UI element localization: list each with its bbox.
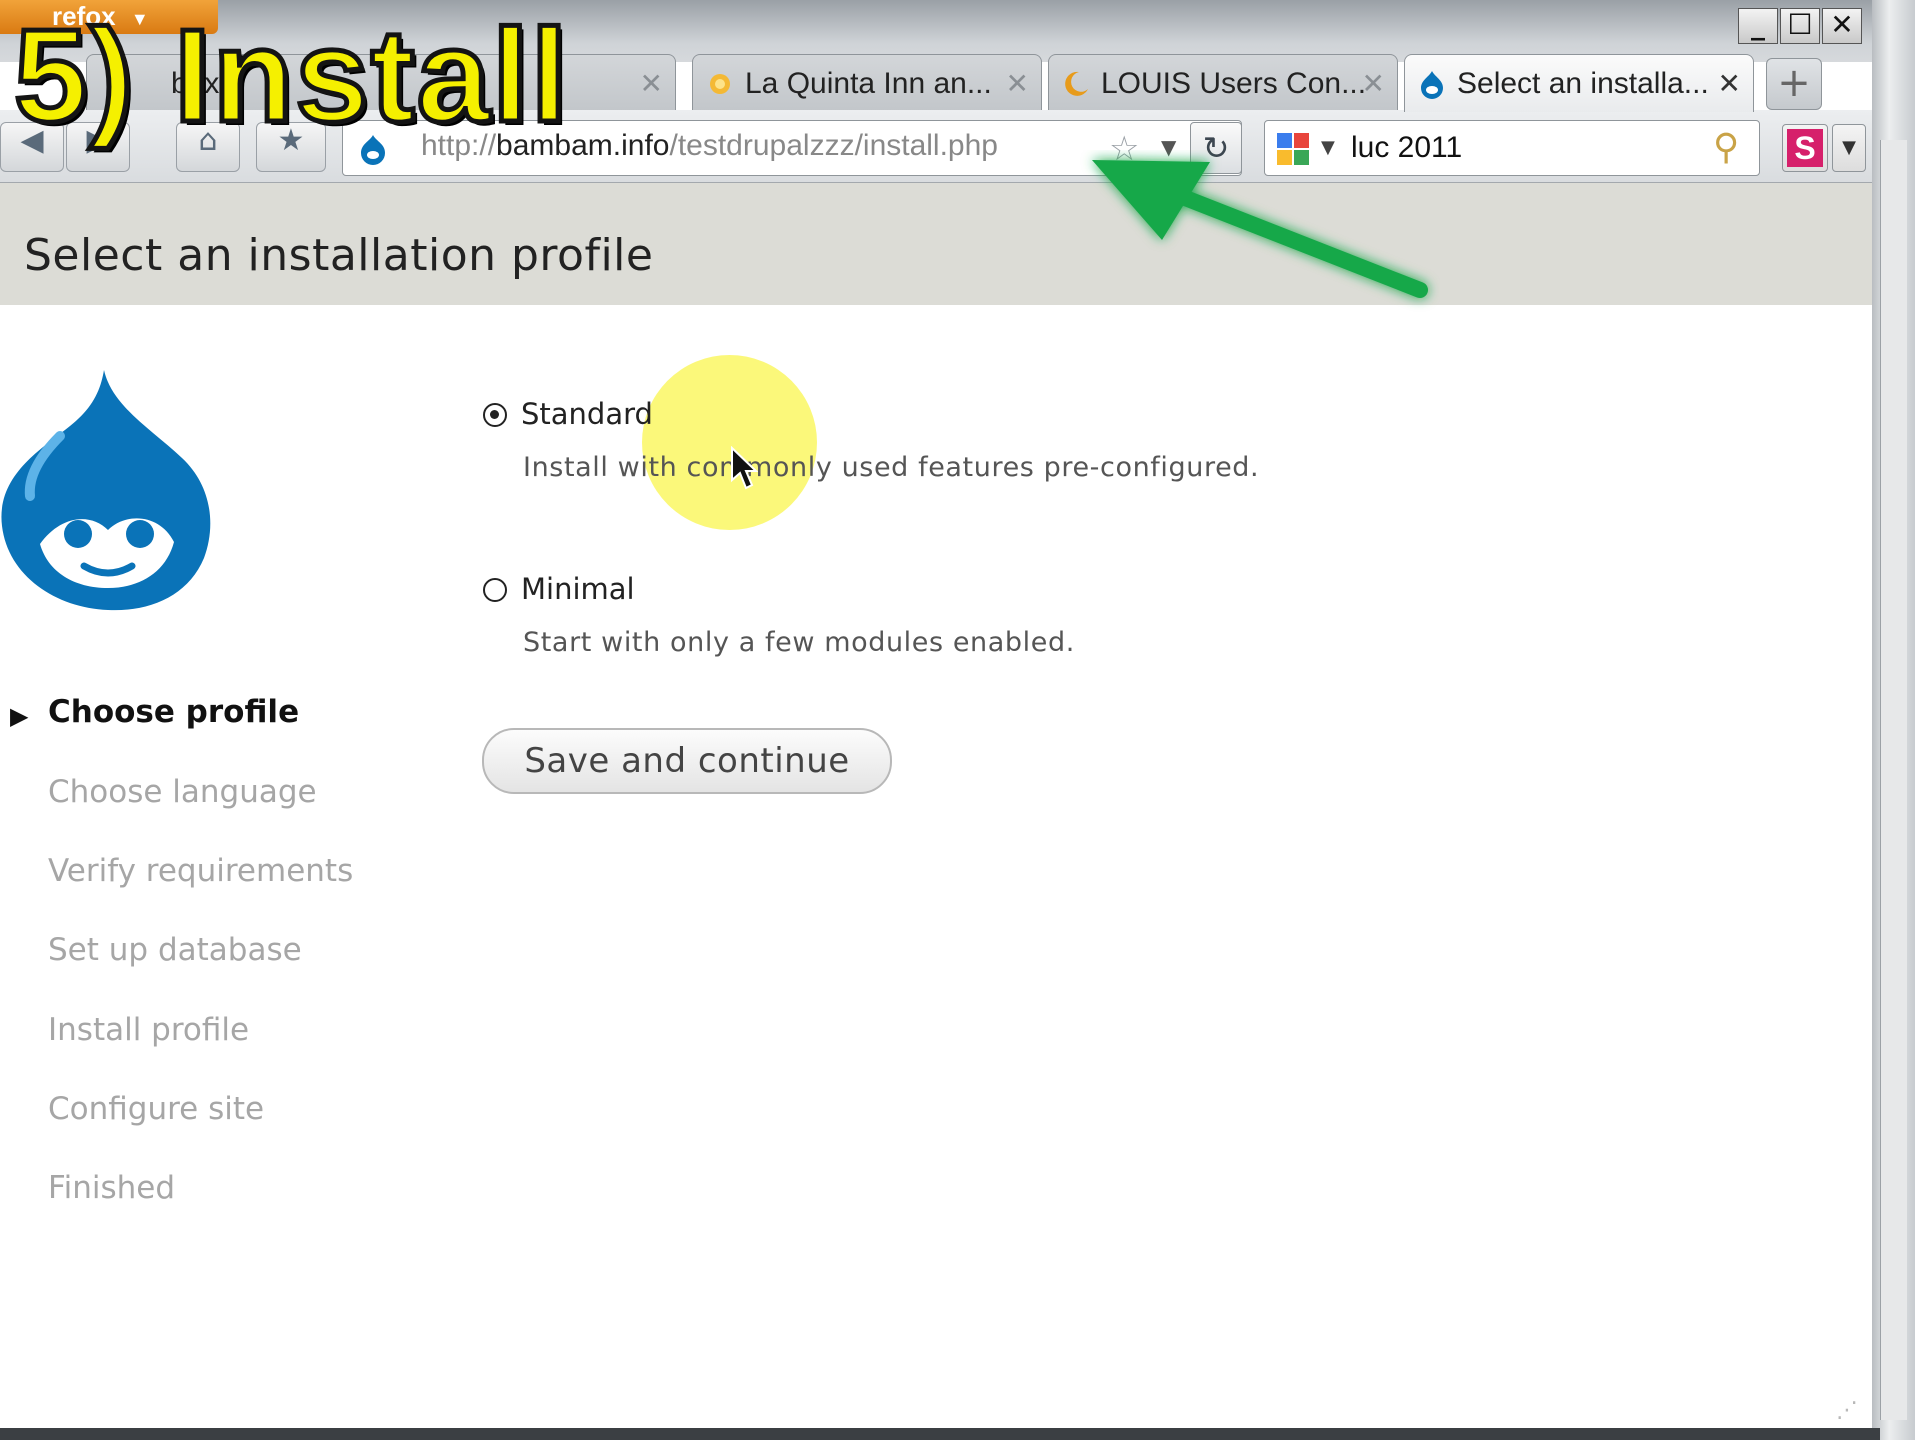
tab-louis-users[interactable]: LOUIS Users Con... ✕ xyxy=(1048,54,1398,112)
new-tab-button[interactable]: + xyxy=(1766,58,1822,110)
task-finished: Finished xyxy=(48,1170,175,1206)
close-tab-icon[interactable]: ✕ xyxy=(1006,67,1029,100)
window-bottom-border xyxy=(0,1428,1880,1440)
tab-label: LOUIS Users Con... xyxy=(1101,67,1367,100)
minimal-profile-radio[interactable] xyxy=(483,578,507,602)
task-choose-profile: Choose profile xyxy=(48,694,300,730)
mouse-cursor-icon xyxy=(731,446,758,490)
s-extension-button[interactable]: S xyxy=(1782,124,1828,172)
tab-label: Select an installa... xyxy=(1457,67,1709,100)
close-window-button[interactable]: ✕ xyxy=(1822,8,1862,44)
chevron-down-icon: ▼ xyxy=(1842,137,1856,158)
vertical-scrollbar[interactable] xyxy=(1880,140,1907,1420)
minimal-profile-description: Start with only a few modules enabled. xyxy=(523,627,1075,658)
standard-profile-radio[interactable] xyxy=(483,403,507,427)
tab-select-installation[interactable]: Select an installa... ✕ xyxy=(1404,54,1754,112)
s-extension-icon: S xyxy=(1787,129,1823,167)
minimize-button[interactable]: _ xyxy=(1738,8,1778,44)
tab-la-quinta[interactable]: La Quinta Inn an... ✕ xyxy=(692,54,1042,112)
save-and-continue-button[interactable]: Save and continue xyxy=(482,728,892,794)
minimal-profile-label[interactable]: Minimal xyxy=(521,572,635,606)
moon-favicon-icon xyxy=(1065,71,1088,96)
current-step-arrow-icon: ▶ xyxy=(10,702,29,730)
close-tab-icon[interactable]: ✕ xyxy=(640,67,663,100)
page-title: Select an installation profile xyxy=(24,230,654,281)
drupal-favicon-icon xyxy=(1421,71,1443,99)
drupal-logo xyxy=(1,370,211,611)
tutorial-step-caption: 5) Install xyxy=(11,2,570,149)
task-choose-language: Choose language xyxy=(48,774,317,810)
standard-profile-label[interactable]: Standard xyxy=(521,397,653,431)
task-configure-site: Configure site xyxy=(48,1091,265,1127)
green-arrow-icon xyxy=(1092,160,1428,298)
sun-favicon-icon xyxy=(710,74,730,94)
task-install-profile: Install profile xyxy=(48,1012,250,1048)
s-extension-dropdown[interactable]: ▼ xyxy=(1832,124,1866,172)
task-verify-requirements: Verify requirements xyxy=(48,853,354,889)
search-icon[interactable]: ⚲ xyxy=(1713,127,1739,168)
maximize-button[interactable]: ☐ xyxy=(1780,8,1820,44)
tab-label: La Quinta Inn an... xyxy=(745,67,992,100)
standard-profile-description: Install with commonly used features pre-… xyxy=(523,452,1260,483)
task-set-up-database: Set up database xyxy=(48,932,302,968)
cursor-highlight xyxy=(642,355,817,530)
resize-grip-icon[interactable]: ⋰ xyxy=(1836,1398,1858,1423)
radio-selected-dot xyxy=(490,410,499,419)
url-path: /testdrupalzzz/install.php xyxy=(669,129,998,162)
close-tab-icon[interactable]: ✕ xyxy=(1718,67,1741,100)
close-tab-icon[interactable]: ✕ xyxy=(1362,67,1385,100)
